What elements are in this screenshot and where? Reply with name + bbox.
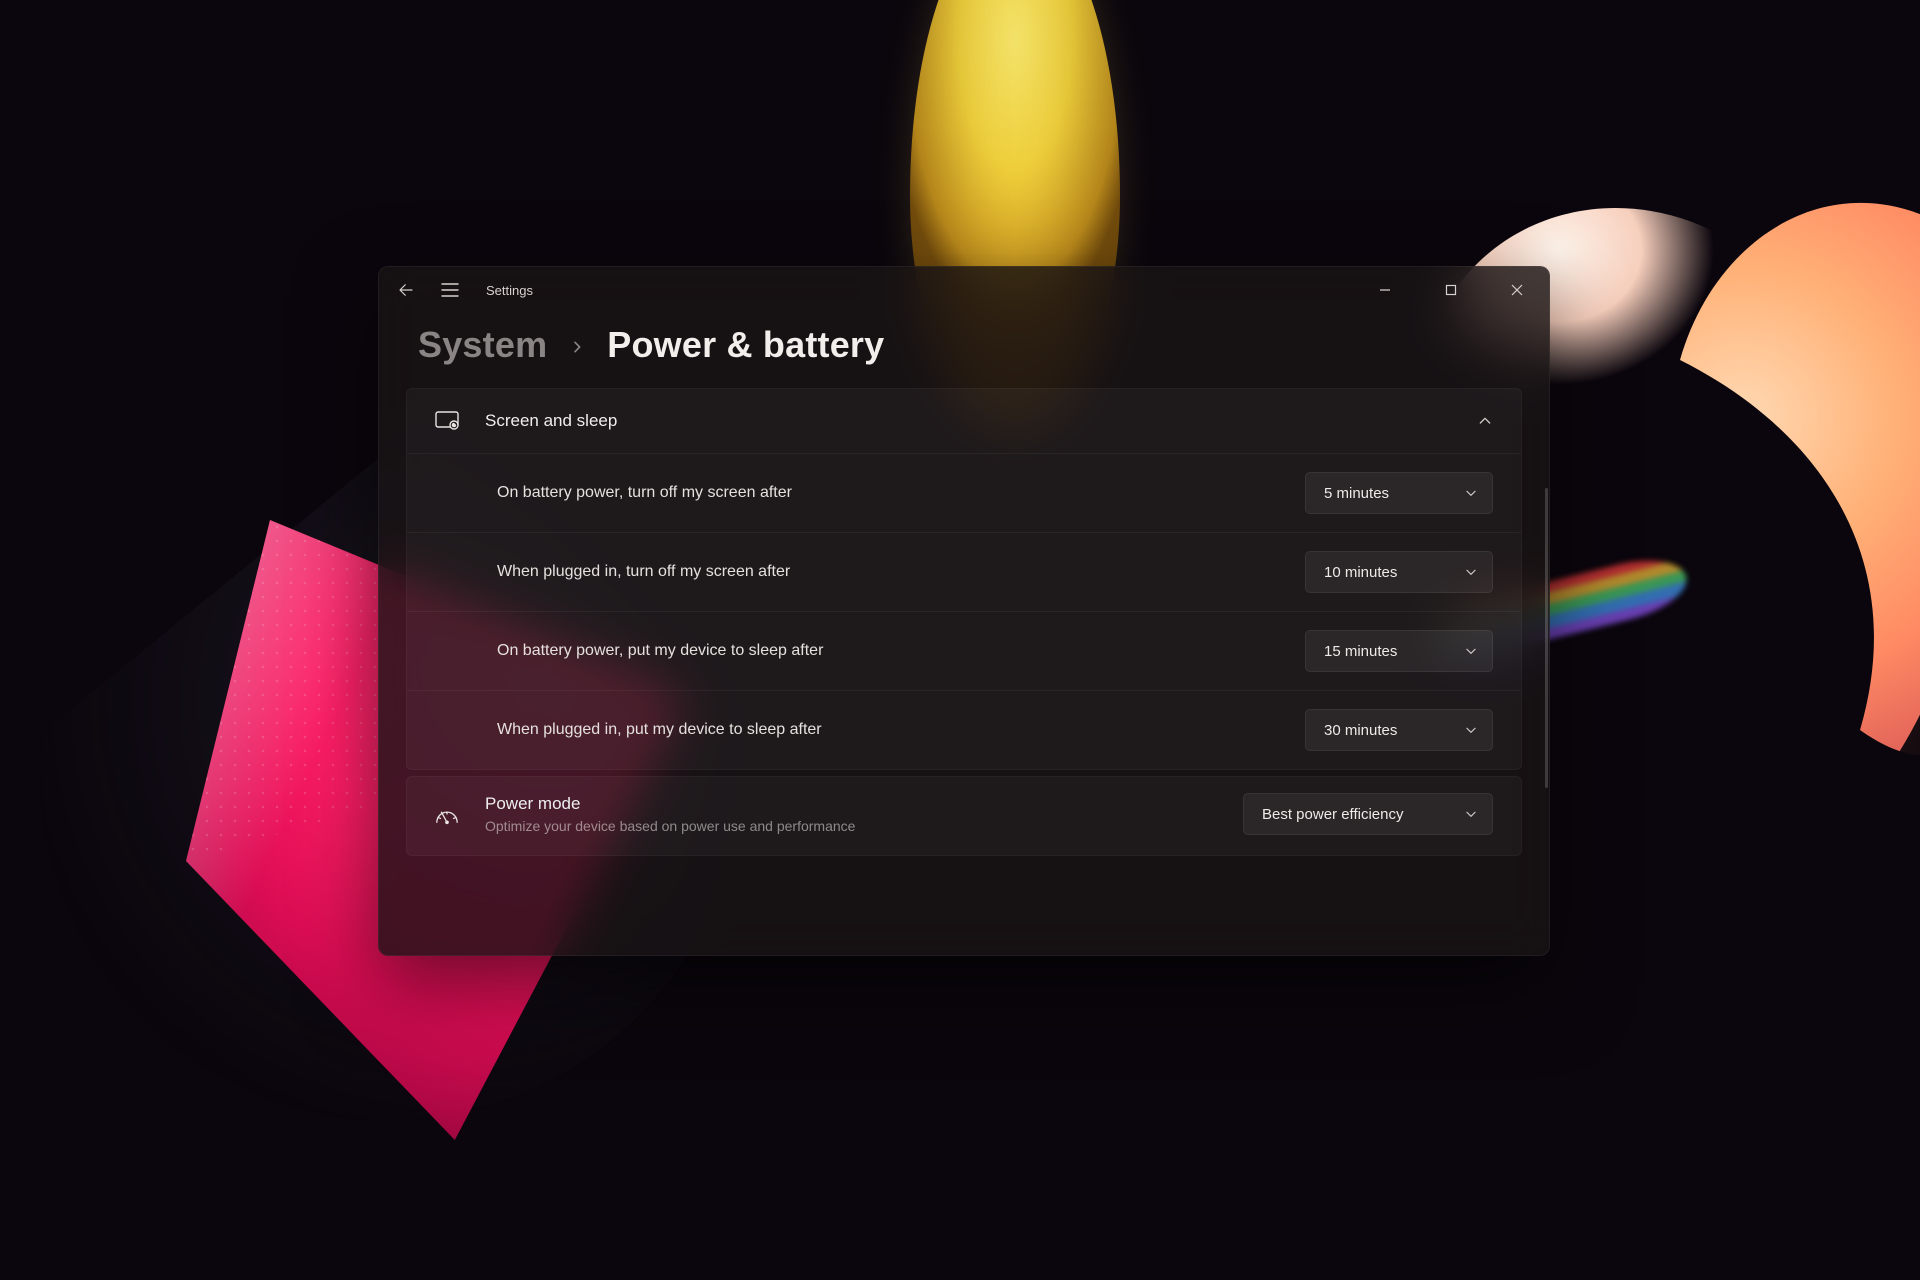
chevron-down-icon bbox=[1464, 644, 1478, 658]
chevron-down-icon bbox=[1464, 723, 1478, 737]
close-button[interactable] bbox=[1484, 266, 1550, 314]
dropdown-value: 10 minutes bbox=[1324, 564, 1450, 581]
breadcrumb-parent[interactable]: System bbox=[418, 324, 547, 366]
setting-label: On battery power, put my device to sleep… bbox=[497, 642, 1305, 660]
settings-window: Settings System Power & battery bbox=[378, 266, 1550, 956]
screen-and-sleep-header[interactable]: Screen and sleep bbox=[407, 389, 1521, 453]
breadcrumb: System Power & battery bbox=[378, 314, 1550, 388]
dropdown-plugged-sleep[interactable]: 30 minutes bbox=[1305, 709, 1493, 751]
minimize-icon bbox=[1379, 284, 1391, 296]
power-mode-row: Power mode Optimize your device based on… bbox=[407, 777, 1521, 855]
chevron-down-icon bbox=[1464, 486, 1478, 500]
setting-label: When plugged in, turn off my screen afte… bbox=[497, 563, 1305, 581]
chevron-down-icon bbox=[1464, 565, 1478, 579]
dropdown-power-mode[interactable]: Best power efficiency bbox=[1243, 793, 1493, 835]
titlebar: Settings bbox=[378, 266, 1550, 314]
chevron-right-icon bbox=[569, 339, 585, 355]
setting-row-plugged-screen-off: When plugged in, turn off my screen afte… bbox=[407, 532, 1521, 611]
power-mode-subtitle: Optimize your device based on power use … bbox=[485, 818, 1217, 834]
screen-and-sleep-card: Screen and sleep On battery power, turn … bbox=[406, 388, 1522, 770]
content-area: Screen and sleep On battery power, turn … bbox=[378, 388, 1550, 882]
scrollbar-thumb[interactable] bbox=[1545, 488, 1548, 788]
setting-label: When plugged in, put my device to sleep … bbox=[497, 721, 1305, 739]
display-icon bbox=[435, 411, 459, 431]
maximize-button[interactable] bbox=[1418, 266, 1484, 314]
setting-row-battery-sleep: On battery power, put my device to sleep… bbox=[407, 611, 1521, 690]
dropdown-battery-sleep[interactable]: 15 minutes bbox=[1305, 630, 1493, 672]
power-mode-title: Power mode bbox=[485, 794, 1217, 814]
power-mode-card: Power mode Optimize your device based on… bbox=[406, 776, 1522, 856]
dropdown-battery-screen-off[interactable]: 5 minutes bbox=[1305, 472, 1493, 514]
arrow-left-icon bbox=[397, 281, 415, 299]
setting-label: On battery power, turn off my screen aft… bbox=[497, 484, 1305, 502]
dropdown-value: 15 minutes bbox=[1324, 643, 1450, 660]
dropdown-value: 5 minutes bbox=[1324, 485, 1450, 502]
back-button[interactable] bbox=[386, 270, 426, 310]
gauge-icon bbox=[435, 803, 459, 825]
minimize-button[interactable] bbox=[1352, 266, 1418, 314]
dropdown-value: Best power efficiency bbox=[1262, 806, 1450, 823]
nav-menu-button[interactable] bbox=[430, 270, 470, 310]
power-mode-text: Power mode Optimize your device based on… bbox=[485, 794, 1217, 834]
setting-row-plugged-sleep: When plugged in, put my device to sleep … bbox=[407, 690, 1521, 769]
breadcrumb-current: Power & battery bbox=[607, 324, 884, 366]
chevron-up-icon bbox=[1477, 413, 1493, 429]
hamburger-icon bbox=[441, 283, 459, 297]
caption-buttons bbox=[1352, 266, 1550, 314]
screen-and-sleep-title: Screen and sleep bbox=[485, 411, 1451, 431]
setting-row-battery-screen-off: On battery power, turn off my screen aft… bbox=[407, 453, 1521, 532]
dropdown-value: 30 minutes bbox=[1324, 722, 1450, 739]
maximize-icon bbox=[1445, 284, 1457, 296]
app-title: Settings bbox=[486, 283, 533, 298]
chevron-down-icon bbox=[1464, 807, 1478, 821]
dropdown-plugged-screen-off[interactable]: 10 minutes bbox=[1305, 551, 1493, 593]
close-icon bbox=[1511, 284, 1523, 296]
